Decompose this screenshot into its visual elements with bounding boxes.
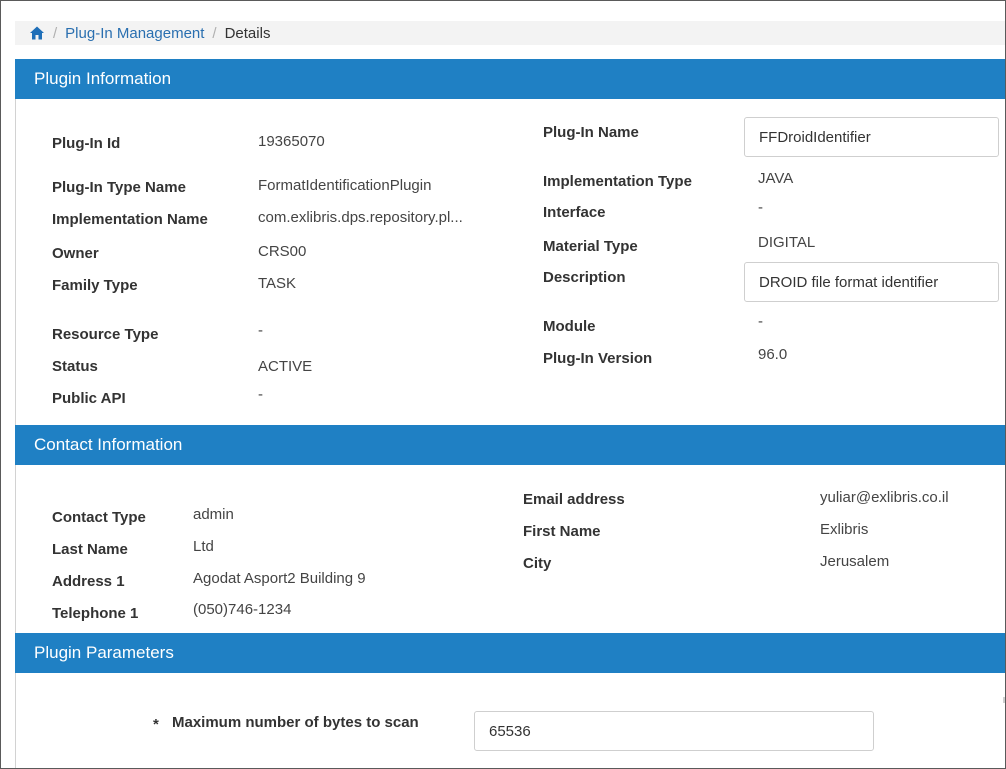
breadcrumb: / Plug-In Management / Details: [15, 21, 1005, 45]
telephone1-label: Telephone 1: [52, 605, 139, 622]
email-label: Email address: [523, 491, 625, 508]
contact-type-label: Contact Type: [52, 509, 146, 526]
resource-type-label: Resource Type: [52, 326, 159, 343]
contact-information-header: Contact Information: [15, 425, 1005, 465]
plugin-type-name-value: FormatIdentificationPlugin: [258, 177, 432, 194]
public-api-value: -: [258, 386, 263, 403]
address1-value: Agodat Asport2 Building 9: [193, 570, 366, 587]
plugin-name-field[interactable]: [744, 117, 999, 157]
implementation-name-value: com.exlibris.dps.repository.pl...: [258, 209, 463, 226]
address1-label: Address 1: [52, 573, 125, 590]
implementation-type-value: JAVA: [758, 170, 794, 187]
breadcrumb-details: Details: [224, 24, 271, 42]
plugin-version-label: Plug-In Version: [543, 350, 653, 367]
max-bytes-label: Maximum number of bytes to scan: [172, 714, 419, 731]
status-label: Status: [52, 358, 98, 375]
section-border: [15, 673, 16, 768]
plugin-id-label: Plug-In Id: [52, 135, 121, 152]
breadcrumb-plugin-management[interactable]: Plug-In Management: [65, 25, 204, 42]
public-api-label: Public API: [52, 390, 126, 407]
implementation-name-label: Implementation Name: [52, 211, 208, 228]
module-label: Module: [543, 318, 596, 335]
material-type-value: DIGITAL: [758, 234, 816, 251]
plugin-information-header: Plugin Information: [15, 59, 1005, 99]
city-label: City: [523, 555, 552, 572]
material-type-label: Material Type: [543, 238, 638, 255]
first-name-label: First Name: [523, 523, 601, 540]
home-icon[interactable]: [29, 25, 45, 41]
status-value: ACTIVE: [258, 358, 313, 375]
breadcrumb-separator: /: [53, 24, 58, 42]
owner-label: Owner: [52, 245, 99, 262]
family-type-value: TASK: [258, 275, 297, 292]
section-border: [15, 99, 16, 425]
required-marker: *: [153, 716, 159, 733]
interface-value: -: [758, 199, 763, 216]
plugin-name-label: Plug-In Name: [543, 124, 639, 141]
scrollbar-track-mark: [1003, 697, 1005, 703]
first-name-value: Exlibris: [820, 521, 869, 538]
breadcrumb-separator: /: [212, 24, 217, 42]
last-name-label: Last Name: [52, 541, 128, 558]
plugin-type-name-label: Plug-In Type Name: [52, 179, 186, 196]
details-page: / Plug-In Management / Details Plugin In…: [0, 0, 1006, 769]
family-type-label: Family Type: [52, 277, 138, 294]
plugin-id-value: 19365070: [258, 133, 325, 150]
contact-type-value: admin: [193, 506, 234, 523]
max-bytes-field[interactable]: [474, 711, 874, 751]
description-label: Description: [543, 269, 626, 286]
telephone1-value: (050)746-1234: [193, 601, 292, 618]
description-field[interactable]: [744, 262, 999, 302]
implementation-type-label: Implementation Type: [543, 173, 692, 190]
plugin-parameters-header: Plugin Parameters: [15, 633, 1005, 673]
interface-label: Interface: [543, 204, 606, 221]
city-value: Jerusalem: [820, 553, 890, 570]
email-value: yuliar@exlibris.co.il: [820, 489, 949, 506]
plugin-version-value: 96.0: [758, 346, 788, 363]
owner-value: CRS00: [258, 243, 307, 260]
resource-type-value: -: [258, 322, 263, 339]
last-name-value: Ltd: [193, 538, 214, 555]
module-value: -: [758, 313, 763, 330]
section-border: [15, 465, 16, 633]
